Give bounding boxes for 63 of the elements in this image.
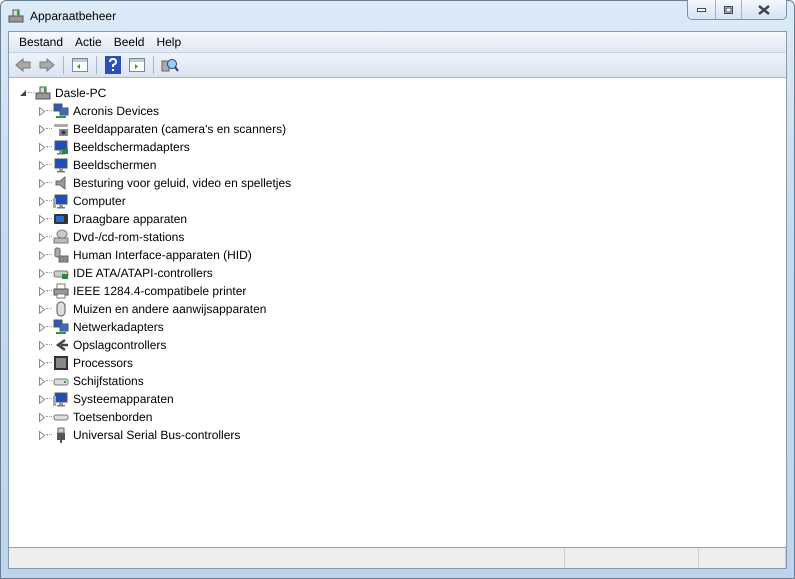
help-button[interactable] [102,54,124,76]
expand-icon[interactable] [39,376,45,386]
expand-icon[interactable] [39,358,45,368]
tree-item[interactable]: Human Interface-apparaten (HID) [73,248,252,262]
expand-icon[interactable] [39,124,45,134]
menu-item[interactable]: Bestand [13,35,70,49]
tree-item[interactable]: Processors [73,356,134,370]
expand-icon[interactable] [39,160,45,170]
menu-item[interactable]: Actie [69,35,108,49]
tree-item[interactable]: Dasle-PC [55,86,106,100]
tree-item[interactable]: Computer [73,194,126,208]
maximize-icon [724,6,733,14]
expand-icon[interactable] [39,196,45,206]
tree-item[interactable]: Netwerkadapters [73,320,164,334]
tree-item[interactable]: Dvd-/cd-rom-stations [73,230,184,244]
network-icon [53,103,69,119]
joystick-icon [53,247,69,263]
tree-item[interactable]: Beeldschermen [73,158,156,172]
tree-item[interactable]: Draagbare apparaten [73,212,188,226]
menu-item[interactable]: Help [150,35,188,49]
expand-icon[interactable] [39,430,45,440]
tree-item[interactable]: Opslagcontrollers [73,338,166,352]
expand-icon[interactable] [39,214,45,224]
expand-icon[interactable] [39,232,45,242]
collapse-icon[interactable] [19,89,27,97]
tree-item[interactable]: Besturing voor geluid, video en spelletjes [73,176,292,190]
close-icon [758,4,770,14]
expand-icon[interactable] [39,394,45,404]
monitor-icon [53,139,69,155]
tree-item[interactable]: Toetsenborden [73,410,152,424]
tree-item[interactable]: IDE ATA/ATAPI-controllers [73,266,213,280]
tree-item[interactable]: Beeldschermadapters [73,140,190,154]
minimize-button[interactable] [688,0,715,19]
expand-icon[interactable] [39,142,45,152]
expand-icon[interactable] [39,106,45,116]
expand-icon[interactable] [39,304,45,314]
expand-icon[interactable] [39,250,45,260]
expand-icon[interactable] [39,412,45,422]
monitor-icon [53,157,69,173]
expand-icon[interactable] [39,286,45,296]
disc-drive-icon [53,229,69,245]
tree-item[interactable]: Acronis Devices [73,104,160,118]
tree-item[interactable]: Systeemapparaten [73,392,174,406]
expand-icon[interactable] [39,340,45,350]
connector-icon [53,337,69,353]
device-manager-icon [8,8,24,24]
tree-item[interactable]: Muizen en andere aanwijsapparaten [73,302,266,316]
close-button[interactable] [741,0,786,19]
window-title: Apparaatbeheer [30,9,118,23]
tree-item[interactable]: IEEE 1284.4-compatibele printer [73,284,246,298]
expand-icon[interactable] [39,268,45,278]
menu-item[interactable]: Beeld [108,35,150,49]
chip-icon [53,355,69,371]
expand-icon[interactable] [39,178,45,188]
tree-item[interactable]: Schijfstations [73,374,144,388]
camera-icon [53,121,69,137]
minimize-icon [697,8,706,12]
portable-device-icon [53,211,69,227]
tree-item[interactable]: Beeldapparaten (camera's en scanners) [73,122,286,136]
maximize-button[interactable] [715,0,741,19]
expand-icon[interactable] [39,322,45,332]
tree-item[interactable]: Universal Serial Bus-controllers [73,428,240,442]
network-icon [53,319,69,335]
